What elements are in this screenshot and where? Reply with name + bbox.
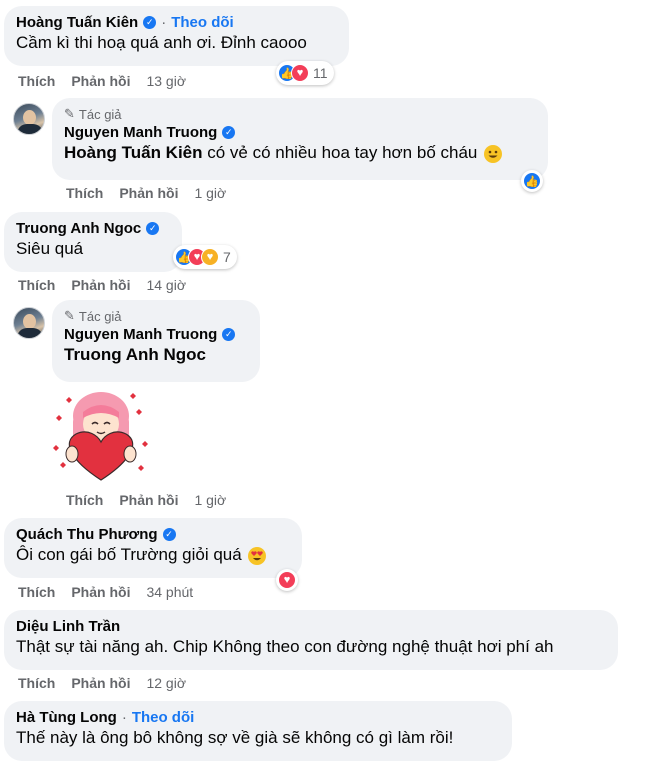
comment-text: Ôi con gái bố Trường giỏi quá xyxy=(16,545,242,564)
reply-link[interactable]: Phản hồi xyxy=(71,73,130,89)
comment-actions: Thích Phản hồi 12 giờ xyxy=(18,675,186,691)
reply-link[interactable]: Phản hồi xyxy=(71,584,130,600)
comment-text: Cầm kì thi hoạ quá anh ơi. Đỉnh caooo xyxy=(16,33,307,52)
like-link[interactable]: Thích xyxy=(66,185,103,201)
comment-actions: Thích Phản hồi 14 giờ xyxy=(18,277,186,293)
reaction-count: 11 xyxy=(313,65,328,81)
heart-eyes-face-icon xyxy=(248,546,267,565)
comment-bubble: Truong Anh Ngoc ✓ Siêu quá xyxy=(4,212,182,272)
verified-badge-icon: ✓ xyxy=(146,222,160,235)
author-tag: ✎ Tác giả xyxy=(64,106,536,122)
timestamp[interactable]: 34 phút xyxy=(146,584,193,600)
timestamp[interactable]: 12 giờ xyxy=(146,675,186,691)
commenter-name[interactable]: Truong Anh Ngoc xyxy=(16,220,141,237)
love-reaction-icon: ♥ xyxy=(278,571,296,589)
reaction-count: 7 xyxy=(223,249,231,265)
pencil-icon: ✎ xyxy=(64,308,75,323)
like-link[interactable]: Thích xyxy=(18,675,55,691)
separator-dot: · xyxy=(121,709,127,726)
reply-link[interactable]: Phản hồi xyxy=(71,277,130,293)
comment-actions: Thích Phản hồi 1 giờ xyxy=(66,185,226,201)
verified-badge-icon: ✓ xyxy=(162,528,176,541)
commenter-name[interactable]: Nguyen Manh Truong xyxy=(64,326,217,343)
comment-bubble: Diệu Linh Trần Thật sự tài năng ah. Chip… xyxy=(4,610,618,670)
author-tag-label: Tác giả xyxy=(78,106,122,122)
comment-bubble: Hoàng Tuấn Kiên ✓ · Theo dõi Cầm kì thi … xyxy=(4,6,349,66)
comment-text: Thật sự tài năng ah. Chip Không theo con… xyxy=(16,637,554,656)
author-tag: ✎ Tác giả xyxy=(64,308,248,324)
mention-link[interactable]: Truong Anh Ngoc xyxy=(64,345,206,364)
like-link[interactable]: Thích xyxy=(18,73,55,89)
verified-badge-icon: ✓ xyxy=(222,328,236,341)
love-reaction-icon: ♥ xyxy=(291,64,309,82)
reply-bubble: ✎ Tác giả Nguyen Manh Truong ✓ Truong An… xyxy=(52,300,260,382)
comment-text: có vẻ có nhiều hoa tay hơn bố cháu xyxy=(202,143,478,162)
reply-link[interactable]: Phản hồi xyxy=(119,185,178,201)
commenter-name[interactable]: Hà Tùng Long xyxy=(16,709,117,726)
commenter-name[interactable]: Hoàng Tuấn Kiên xyxy=(16,14,138,31)
verified-badge-icon: ✓ xyxy=(143,16,157,29)
care-reaction-icon: ♥ xyxy=(201,248,219,266)
timestamp[interactable]: 13 giờ xyxy=(146,73,186,89)
separator-dot: · xyxy=(161,14,167,31)
like-link[interactable]: Thích xyxy=(18,584,55,600)
comment-text: Thế này là ông bô không sợ về già sẽ khô… xyxy=(16,728,454,747)
follow-button[interactable]: Theo dõi xyxy=(171,14,234,31)
like-link[interactable]: Thích xyxy=(18,277,55,293)
timestamp[interactable]: 14 giờ xyxy=(146,277,186,293)
commenter-name[interactable]: Nguyen Manh Truong xyxy=(64,124,217,141)
comment-bubble: Hà Tùng Long · Theo dõi Thế này là ông b… xyxy=(4,701,512,761)
mention-link[interactable]: Hoàng Tuấn Kiên xyxy=(64,143,203,162)
avatar[interactable] xyxy=(13,307,45,339)
comment-bubble: Quách Thu Phương ✓ Ôi con gái bố Trường … xyxy=(4,518,302,578)
reaction-summary[interactable]: 👍 ♥ ♥ 7 xyxy=(173,245,237,269)
timestamp[interactable]: 1 giờ xyxy=(194,492,226,508)
follow-button[interactable]: Theo dõi xyxy=(132,709,195,726)
comment-actions: Thích Phản hồi 34 phút xyxy=(18,584,193,600)
pencil-icon: ✎ xyxy=(64,106,75,121)
reply-bubble: ✎ Tác giả Nguyen Manh Truong ✓ Hoàng Tuấ… xyxy=(52,98,548,180)
commenter-name[interactable]: Quách Thu Phương xyxy=(16,526,158,543)
like-link[interactable]: Thích xyxy=(66,492,103,508)
author-tag-label: Tác giả xyxy=(78,308,122,324)
grinning-face-icon xyxy=(484,144,503,163)
commenter-name[interactable]: Diệu Linh Trần xyxy=(16,618,120,635)
reply-link[interactable]: Phản hồi xyxy=(119,492,178,508)
reply-link[interactable]: Phản hồi xyxy=(71,675,130,691)
reaction-summary[interactable]: 👍 xyxy=(521,170,543,192)
girl-hugging-heart-sticker[interactable] xyxy=(50,390,150,482)
like-reaction-icon: 👍 xyxy=(523,172,541,190)
comment-actions: Thích Phản hồi 1 giờ xyxy=(66,492,226,508)
reaction-summary[interactable]: ♥ xyxy=(276,569,298,591)
comment-text: Siêu quá xyxy=(16,239,84,258)
reaction-summary[interactable]: 👍 ♥ 11 xyxy=(276,61,334,85)
timestamp[interactable]: 1 giờ xyxy=(194,185,226,201)
comment-actions: Thích Phản hồi 13 giờ xyxy=(18,73,186,89)
avatar[interactable] xyxy=(13,103,45,135)
verified-badge-icon: ✓ xyxy=(222,126,236,139)
